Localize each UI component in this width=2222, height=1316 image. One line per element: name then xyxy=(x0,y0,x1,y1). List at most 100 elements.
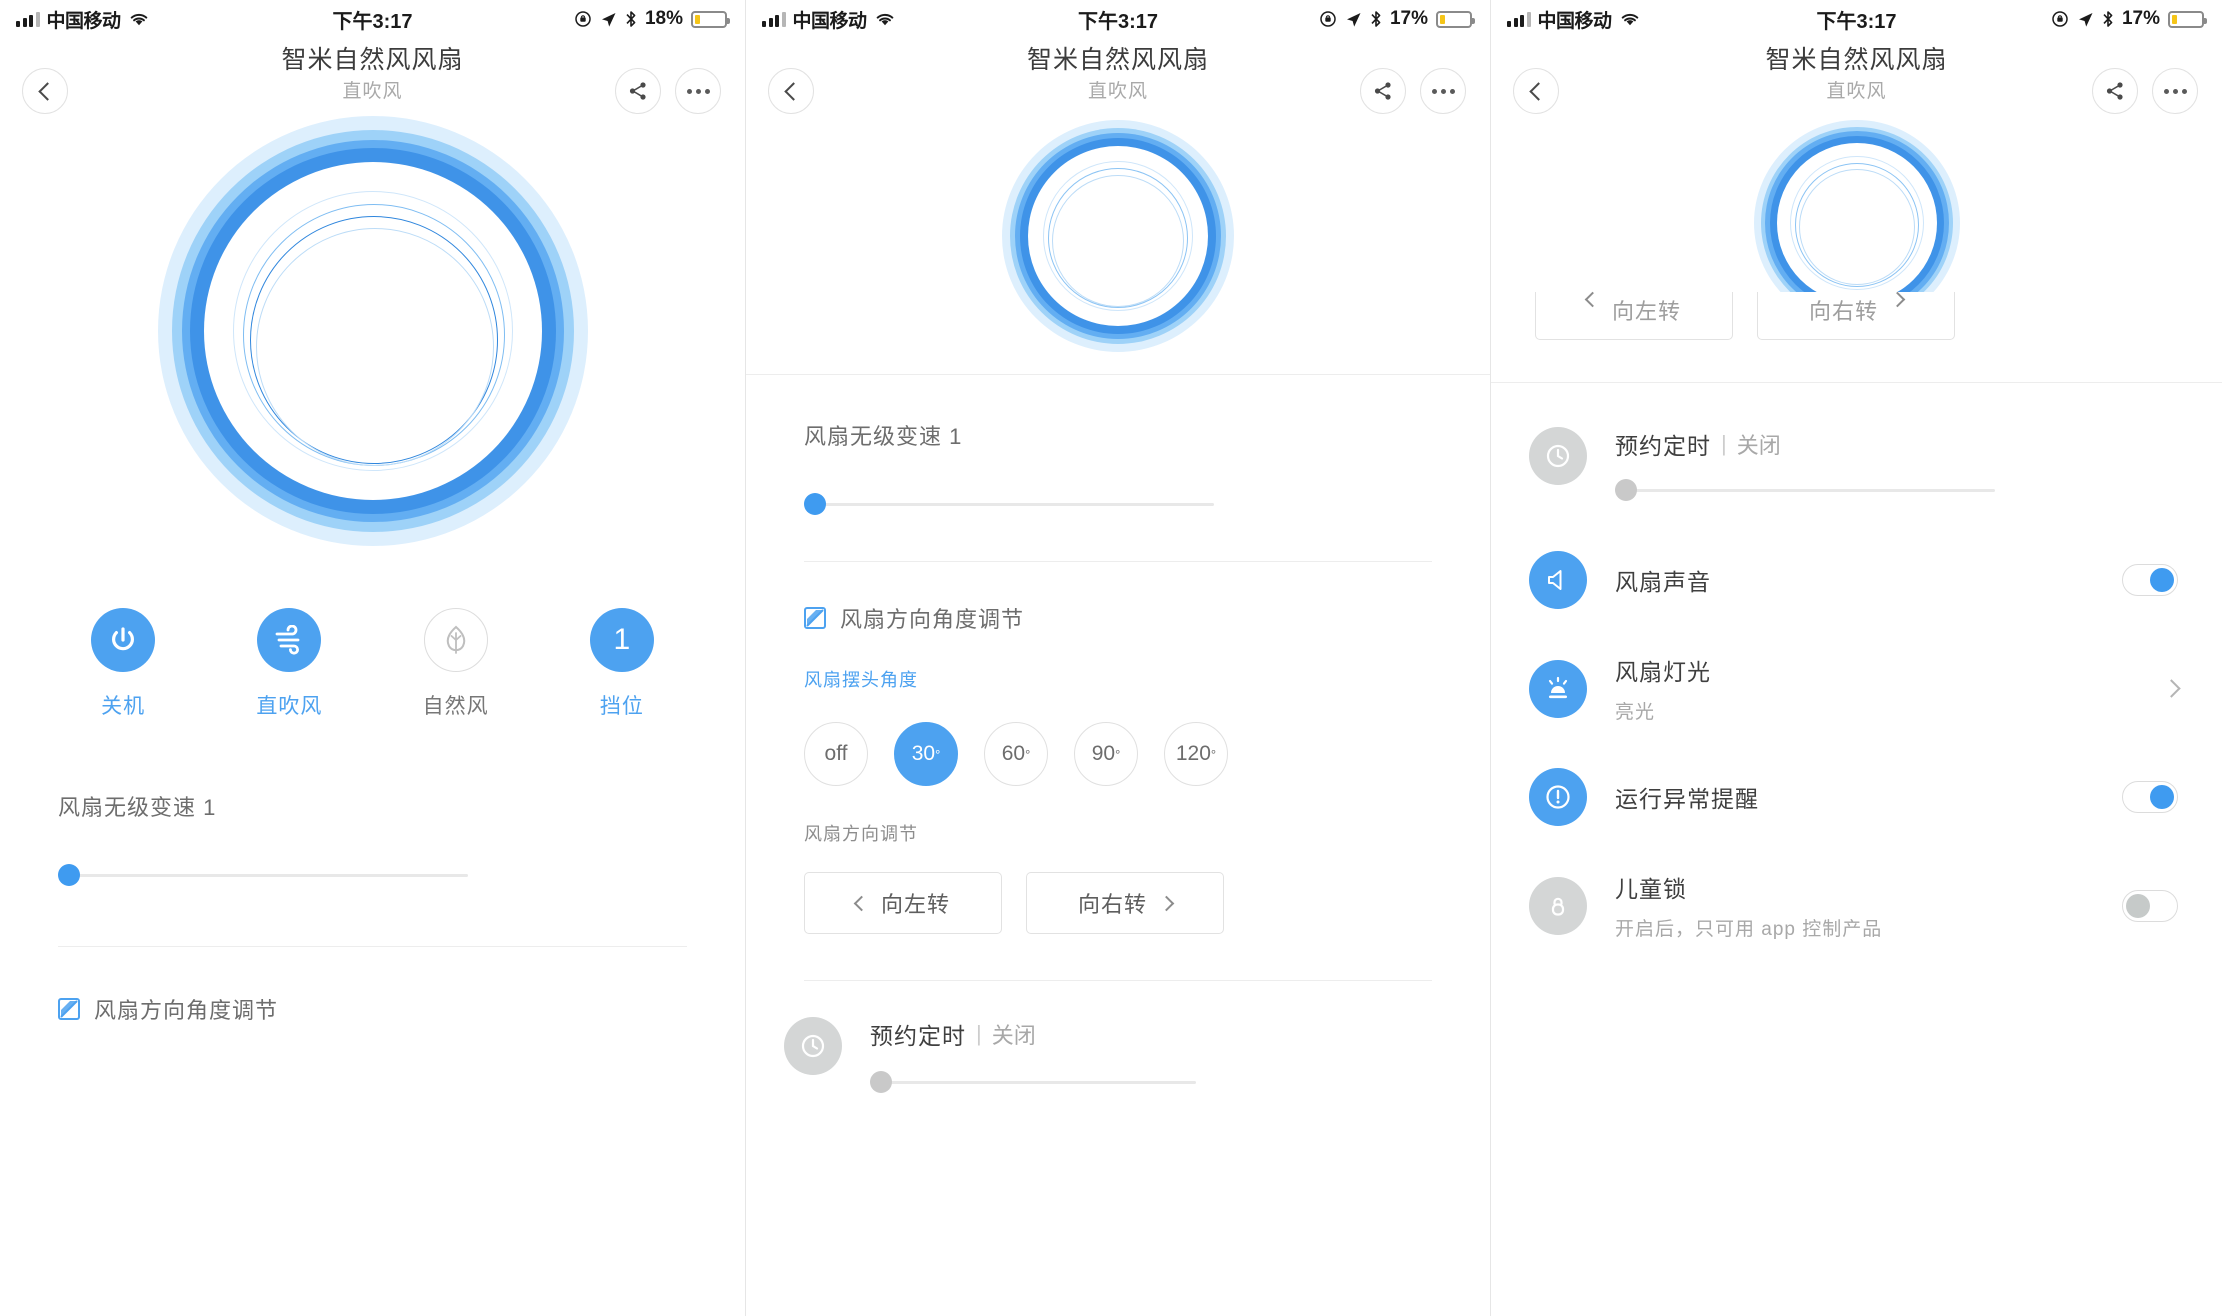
toggle-knob xyxy=(2150,785,2174,809)
rotate-left-button-partial[interactable]: 向左转 xyxy=(1535,291,1733,340)
timer-title-line-3: 预约定时 | 关闭 xyxy=(1615,427,2178,461)
timer-value-2: 关闭 xyxy=(991,1023,1036,1048)
page-title: 智米自然风风扇 xyxy=(1026,45,1209,74)
speed-slider[interactable] xyxy=(58,862,468,888)
control-power[interactable]: 关机 xyxy=(40,608,206,720)
control-natural-wind[interactable]: 自然风 xyxy=(373,608,539,720)
control-gear[interactable]: 1 挡位 xyxy=(539,608,705,720)
panel-settings: 中国移动 下午3:17 17% 智米自然风风扇 直吹风 向左转 向右转 预约定时… xyxy=(1490,0,2222,1316)
status-bar-left-2: 中国移动 xyxy=(762,6,896,33)
abnormal-alert-toggle[interactable] xyxy=(2122,781,2178,813)
battery-icon xyxy=(2168,10,2207,28)
chevron-right-icon xyxy=(1158,895,1175,911)
angle-option-120-label: 120 xyxy=(1175,742,1211,765)
setting-row-abnormal-alert[interactable]: 运行异常提醒 xyxy=(1491,768,2222,826)
control-direct-wind[interactable]: 直吹风 xyxy=(206,608,372,720)
back-button[interactable] xyxy=(768,68,814,114)
wifi-icon xyxy=(130,13,147,26)
timer-title-2: 预约定时 xyxy=(870,1023,966,1049)
fan-sound-title: 风扇声音 xyxy=(1615,569,1711,595)
nav-title-group: 智米自然风风扇 直吹风 xyxy=(281,45,463,104)
location-icon xyxy=(2078,12,2093,27)
speed-slider-track[interactable] xyxy=(58,873,468,877)
back-button[interactable] xyxy=(22,68,68,114)
status-bar: 中国移动 下午3:17 18% xyxy=(0,0,745,38)
location-icon xyxy=(601,12,616,27)
more-button[interactable] xyxy=(2152,68,2198,114)
status-bar-2: 中国移动 下午3:17 17% xyxy=(746,0,1490,38)
chevron-right-icon xyxy=(1889,291,1906,308)
control-gear-label: 挡位 xyxy=(599,695,644,718)
child-lock-subtitle: 开启后，只可用 app 控制产品 xyxy=(1615,919,1883,940)
abnormal-alert-title: 运行异常提醒 xyxy=(1615,786,1759,812)
speed-slider-knob[interactable] xyxy=(58,864,80,886)
timer-slider-2[interactable] xyxy=(870,1069,1196,1095)
share-button[interactable] xyxy=(1360,68,1406,114)
direction-section-header-1[interactable]: 风扇方向角度调节 xyxy=(0,993,745,1025)
share-button[interactable] xyxy=(615,68,661,114)
battery-percent: 17% xyxy=(2121,8,2160,29)
nav-title-group-2: 智米自然风风扇 直吹风 xyxy=(1027,45,1209,104)
lock-icon xyxy=(1551,897,1565,916)
location-icon xyxy=(1346,12,1361,27)
angle-option-90[interactable]: 90 ° xyxy=(1074,722,1138,786)
direction-section-title-1: 风扇方向角度调节 xyxy=(94,998,279,1023)
timer-title-3: 预约定时 xyxy=(1615,433,1711,459)
timer-slider-knob-3[interactable] xyxy=(1615,479,1637,501)
fan-ring-2 xyxy=(1002,120,1234,352)
speed-slider-knob-2[interactable] xyxy=(804,493,826,515)
angle-option-30[interactable]: 30 ° xyxy=(894,722,958,786)
angle-option-60[interactable]: 60 ° xyxy=(984,722,1048,786)
degree-symbol: ° xyxy=(1210,746,1217,762)
child-lock-body: 儿童锁 开启后，只可用 app 控制产品 xyxy=(1615,870,2122,941)
timer-slider-track-3[interactable] xyxy=(1615,488,1995,492)
status-bar-right-2: 17% xyxy=(1319,8,1475,30)
chevron-right-icon[interactable] xyxy=(2162,679,2181,698)
more-button[interactable] xyxy=(675,68,721,114)
rotation-lock-icon xyxy=(575,11,591,27)
timer-icon-wrap xyxy=(784,1017,842,1075)
power-button[interactable] xyxy=(91,608,156,672)
page-title: 智米自然风风扇 xyxy=(1765,45,1948,74)
setting-row-fan-light[interactable]: 风扇灯光 亮光 xyxy=(1491,653,2222,724)
speed-slider-track-2[interactable] xyxy=(804,502,1214,506)
timer-title-line-2: 预约定时 | 关闭 xyxy=(870,1017,1446,1051)
more-button[interactable] xyxy=(1420,68,1466,114)
bluetooth-icon xyxy=(1371,11,1381,27)
rotate-right-button[interactable]: 向右转 xyxy=(1026,872,1224,934)
setting-row-child-lock[interactable]: 儿童锁 开启后，只可用 app 控制产品 xyxy=(1491,870,2222,941)
timer-slider-3[interactable] xyxy=(1615,477,1995,503)
wind-button[interactable] xyxy=(257,608,322,672)
angle-option-90-label: 90 xyxy=(1091,742,1116,765)
timer-slider-knob-2[interactable] xyxy=(870,1071,892,1093)
gear-level-button[interactable]: 1 xyxy=(589,608,654,672)
chevron-left-icon xyxy=(853,895,870,911)
status-bar-right-3: 17% xyxy=(2051,8,2207,30)
timer-value-3: 关闭 xyxy=(1736,433,1781,458)
share-button[interactable] xyxy=(2092,68,2138,114)
fan-sound-toggle[interactable] xyxy=(2122,564,2178,596)
setting-row-fan-sound[interactable]: 风扇声音 xyxy=(1491,551,2222,609)
share-icon xyxy=(629,82,646,100)
speed-slider-2[interactable] xyxy=(804,491,1214,517)
rotate-right-label: 向右转 xyxy=(1077,892,1147,917)
fan-light-title: 风扇灯光 xyxy=(1615,659,1711,685)
angle-option-off[interactable]: off xyxy=(804,722,868,786)
timer-slider-track-2[interactable] xyxy=(870,1080,1196,1084)
page-subtitle: 直吹风 xyxy=(342,80,403,102)
rotate-right-button-partial[interactable]: 向右转 xyxy=(1757,291,1955,340)
timer-row-3[interactable]: 预约定时 | 关闭 xyxy=(1491,427,2222,503)
direction-section-header-2[interactable]: 风扇方向角度调节 xyxy=(746,602,1490,634)
timer-row-2[interactable]: 预约定时 | 关闭 xyxy=(746,1017,1490,1095)
natural-wind-button[interactable] xyxy=(423,608,488,672)
child-lock-icon-wrap xyxy=(1529,876,1587,935)
back-button[interactable] xyxy=(1513,68,1559,114)
fan-ring-visual-1 xyxy=(0,116,745,546)
child-lock-toggle[interactable] xyxy=(2122,889,2178,922)
speaker-icon xyxy=(1548,570,1562,590)
rotate-left-button[interactable]: 向左转 xyxy=(804,872,1002,934)
chevron-left-icon xyxy=(37,81,57,101)
page-title: 智米自然风风扇 xyxy=(281,45,464,74)
signal-icon xyxy=(1507,11,1531,27)
angle-option-120[interactable]: 120 ° xyxy=(1164,722,1228,786)
